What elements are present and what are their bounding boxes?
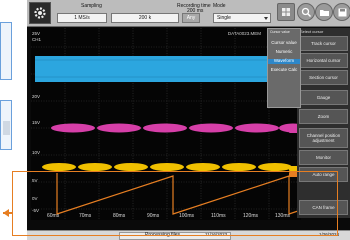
any-button[interactable]: Any <box>182 13 200 23</box>
save-button[interactable] <box>333 3 350 21</box>
grid-layout-icon <box>282 8 290 16</box>
status-bar: Processing files 11/16/2023 1/26/2024 <box>27 230 350 240</box>
y-axis-label: 5V <box>32 178 38 183</box>
sampling-field[interactable]: 1 MS/s <box>57 13 107 23</box>
button-label: Track cursor <box>311 40 336 46</box>
y-axis-label: 20V <box>32 94 41 99</box>
folder-icon <box>319 9 329 16</box>
recording-time-value: 200 ms <box>187 8 204 14</box>
any-label: Any <box>186 15 196 21</box>
y-axis-label: -5V <box>32 208 40 213</box>
x-axis-label: 120ms <box>243 213 259 219</box>
x-axis-label: 80ms <box>113 213 126 219</box>
chevron-down-icon <box>264 17 268 20</box>
points-field[interactable]: 200 k <box>111 13 179 23</box>
panel-header: Select cursor <box>300 29 324 34</box>
sampling-value: 1 MS/s <box>74 15 90 21</box>
x-axis-label: 100ms <box>179 213 195 219</box>
right-function-panel: Select cursor Track cursor Horizontal cu… <box>297 28 350 218</box>
arrow-icon <box>3 209 9 217</box>
channel-label: CH1 <box>32 37 42 42</box>
cursor-value-popup: Cursor value Cursor value Numeric Wavefo… <box>267 28 301 108</box>
button-label: Horizontal cursor <box>306 57 341 63</box>
x-axis-label: 110ms <box>211 213 226 219</box>
x-axis-label: 130ms <box>275 213 291 219</box>
background-window-edge <box>0 22 12 80</box>
sampling-label: Sampling <box>81 3 102 9</box>
save-icon <box>338 8 346 16</box>
y-axis-label: 25V <box>32 31 41 36</box>
button-label: CAN frame <box>312 204 335 210</box>
button-label: Section cursor <box>309 74 338 80</box>
zoom-button[interactable]: Zoom <box>299 109 348 124</box>
button-label: Gauge <box>316 94 331 100</box>
settings-gear-button[interactable] <box>29 2 51 24</box>
recorder-screen: Sampling 1 MS/s 200 k Any Recording time… <box>27 0 350 240</box>
cursor-value-option[interactable]: Cursor value <box>268 40 300 46</box>
status-text: Processing files <box>145 232 181 238</box>
date-right: 1/26/2024 <box>319 232 340 237</box>
horizontal-cursor-button[interactable]: Horizontal cursor <box>299 53 348 68</box>
y-axis-label: 0V <box>32 196 38 201</box>
folder-button[interactable] <box>315 3 333 21</box>
button-label: Auto range <box>312 171 335 177</box>
search-icon <box>301 7 311 17</box>
section-cursor-button[interactable]: Section cursor <box>299 70 348 85</box>
channel-position-adjustment-button[interactable]: Channel position adjustment <box>299 128 348 148</box>
mode-value: Single <box>217 15 231 21</box>
y-axis-label: 10V <box>32 150 41 155</box>
x-axis-label: 60ms <box>47 213 60 219</box>
button-label: Zoom <box>317 113 330 119</box>
top-toolbar: Sampling 1 MS/s 200 k Any Recording time… <box>27 0 350 27</box>
button-label: Monitor <box>315 154 331 160</box>
numeric-option[interactable]: Numeric <box>268 49 300 55</box>
gauge-button[interactable]: Gauge <box>299 90 348 105</box>
x-axis-label: 90ms <box>147 213 160 219</box>
gear-icon <box>34 7 46 19</box>
button-label: Channel position adjustment <box>306 132 341 143</box>
track-cursor-button[interactable]: Track cursor <box>299 36 348 51</box>
waveform-option[interactable]: Waveform <box>268 58 300 64</box>
layout-button[interactable] <box>277 3 295 21</box>
points-value: 200 k <box>138 15 152 21</box>
auto-range-button[interactable]: Auto range <box>299 167 348 182</box>
execute-calc-option[interactable]: Execute Calc <box>268 67 300 73</box>
monitor-button[interactable]: Monitor <box>299 150 348 165</box>
background-window-edge <box>0 100 12 150</box>
mode-dropdown[interactable]: Single <box>213 13 271 23</box>
screenshot-root: Sampling 1 MS/s 200 k Any Recording time… <box>0 0 350 240</box>
file-name: DATA0023.MEM <box>227 31 261 36</box>
search-button[interactable] <box>297 3 315 21</box>
can-frame-button[interactable]: CAN frame <box>299 200 348 215</box>
waveform-grid <box>31 28 301 220</box>
popup-header: Cursor value <box>270 30 290 34</box>
date-left: 11/16/2023 <box>205 232 228 237</box>
y-axis-label: 15V <box>32 120 41 125</box>
waveform-display[interactable]: DATA0023.MEM 25V CH1 20V 15V 10V 5V 0V -… <box>31 28 301 220</box>
x-axis-label: 70ms <box>79 213 92 219</box>
mode-label: Mode <box>213 3 226 9</box>
